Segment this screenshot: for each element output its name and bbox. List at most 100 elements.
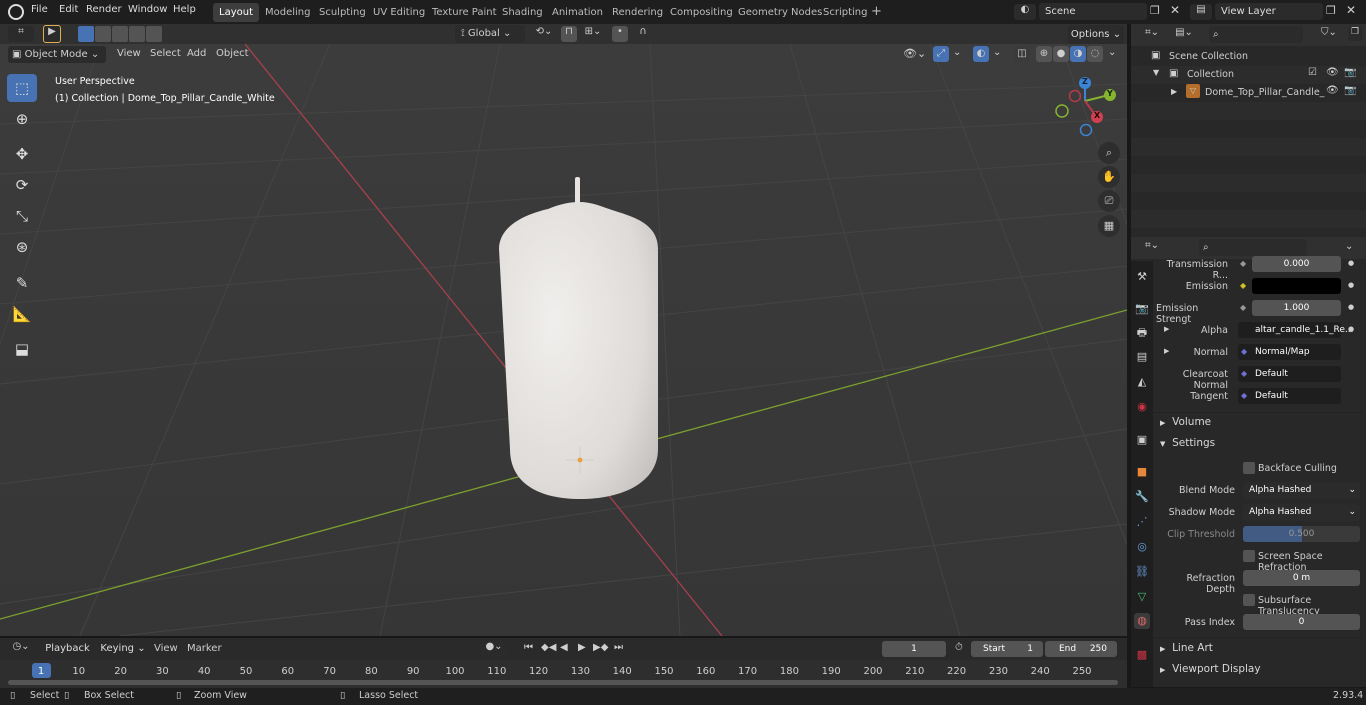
snap-target-icon[interactable]: ⊞⌄	[580, 26, 606, 42]
timeline-view-menu[interactable]: View	[154, 643, 178, 654]
refraction-depth-field[interactable]: 0 m	[1243, 570, 1360, 586]
tab-animation[interactable]: Animation	[546, 3, 609, 22]
backface-culling-checkbox[interactable]	[1243, 462, 1255, 474]
keyframe-dot-icon[interactable]: ●	[1348, 281, 1354, 289]
select-box-tool-icon[interactable]: ⬚	[7, 74, 37, 102]
measure-tool-icon[interactable]: 📐	[7, 300, 37, 328]
constraints-tab-icon[interactable]: ⛓	[1134, 564, 1150, 580]
tab-shading[interactable]: Shading	[496, 3, 549, 22]
new-view-layer-icon[interactable]: ❐	[1326, 4, 1336, 17]
subsurface-checkbox[interactable]	[1243, 594, 1255, 606]
data-tab-icon[interactable]: ▽	[1134, 589, 1150, 605]
next-keyframe-icon[interactable]: ▶◆	[593, 642, 608, 653]
prev-keyframe-icon[interactable]: ◆◀	[541, 642, 556, 653]
camera-icon[interactable]: 📷	[1344, 85, 1356, 96]
current-frame-field[interactable]: 1	[882, 641, 946, 657]
tab-scripting[interactable]: Scripting	[817, 3, 873, 22]
keying-menu[interactable]: Keying ⌄	[100, 640, 146, 657]
camera-view-icon[interactable]: ⎚	[1098, 190, 1120, 212]
tab-geometry-nodes[interactable]: Geometry Nodes	[732, 3, 828, 22]
scene-selector-icon[interactable]: ◐	[1014, 4, 1036, 20]
properties-editor-icon[interactable]: ⌗⌄	[1139, 240, 1165, 256]
pass-index-field[interactable]: 0	[1243, 614, 1360, 630]
world-tab-icon[interactable]: ◉	[1134, 399, 1150, 415]
outliner-editor-icon[interactable]: ⌗⌄	[1139, 27, 1165, 43]
menu-render[interactable]: Render	[86, 4, 122, 15]
alpha-link-field[interactable]: altar_candle_1.1_Re...	[1238, 322, 1353, 338]
timeline-scrollbar[interactable]	[8, 680, 1118, 685]
select-mode-intersect-icon[interactable]	[146, 26, 162, 42]
gizmo-dropdown-icon[interactable]: ⌄	[953, 47, 961, 58]
display-mode-icon[interactable]: ▤⌄	[1171, 27, 1197, 43]
modifier-tab-icon[interactable]: 🔧	[1134, 489, 1150, 505]
tab-texture-paint[interactable]: Texture Paint	[426, 3, 503, 22]
properties-options-icon[interactable]: ⌄	[1345, 241, 1353, 252]
filter-icon[interactable]: ⛉⌄	[1321, 27, 1337, 38]
tab-uv-editing[interactable]: UV Editing	[367, 3, 431, 22]
select-mode-new-icon[interactable]	[78, 26, 94, 42]
physics-tab-icon[interactable]: ◎	[1134, 539, 1150, 555]
select-mode-invert-icon[interactable]	[129, 26, 145, 42]
jump-start-icon[interactable]: ⏮	[524, 642, 533, 653]
options-button[interactable]: Options ⌄	[1068, 25, 1124, 44]
scene-name-field[interactable]: Scene	[1039, 3, 1147, 20]
collapse-arrow-icon[interactable]: ▼	[1153, 68, 1159, 77]
expand-arrow-icon[interactable]: ▶	[1171, 87, 1177, 96]
rotate-tool-icon[interactable]: ⟳	[7, 171, 37, 199]
transform-orientation-dropdown[interactable]: ⟟ Global ⌄	[455, 25, 525, 43]
select-mode-extend-icon[interactable]	[95, 26, 111, 42]
transmission-field[interactable]: 0.000	[1252, 256, 1341, 272]
overlay-toggle-icon[interactable]: ◐	[973, 46, 989, 62]
scale-tool-icon[interactable]: ⤡	[7, 202, 37, 230]
eye-icon[interactable]: 👁	[1326, 67, 1339, 78]
output-tab-icon[interactable]: 🖶	[1134, 325, 1150, 341]
tree-row-collection[interactable]: ▼ ▣ Collection ☑ 👁 📷	[1131, 66, 1366, 84]
keyframe-dot-icon[interactable]: ●	[1348, 325, 1354, 333]
tool-tab-icon[interactable]: ⚒	[1134, 269, 1150, 285]
properties-search-input[interactable]: ⌕	[1199, 239, 1307, 256]
shading-wireframe-icon[interactable]: ⊕	[1036, 46, 1052, 62]
select-mode-subtract-icon[interactable]	[112, 26, 128, 42]
section-settings[interactable]: ▼ Settings	[1160, 437, 1215, 449]
xray-toggle-icon[interactable]: ◫	[1014, 46, 1030, 62]
play-icon[interactable]: ▶	[578, 642, 586, 653]
material-tab-icon[interactable]: ◍	[1134, 613, 1150, 629]
navigation-gizmo[interactable]: Z Y X	[1052, 76, 1122, 146]
blend-mode-dropdown[interactable]: Alpha Hashed ⌄	[1243, 482, 1360, 499]
ortho-grid-icon[interactable]: ▦	[1098, 215, 1120, 237]
play-reverse-icon[interactable]: ◀	[560, 642, 568, 653]
keyframe-dot-icon[interactable]: ●	[1348, 303, 1354, 311]
blender-logo-icon[interactable]	[8, 4, 24, 20]
new-collection-icon[interactable]: ❐	[1348, 27, 1362, 41]
tab-sculpting[interactable]: Sculpting	[313, 3, 372, 22]
tangent-field[interactable]: Default	[1238, 388, 1341, 404]
pan-hand-icon[interactable]: ✋	[1098, 166, 1120, 188]
object-tab-icon[interactable]: ■	[1134, 464, 1150, 480]
keyframe-dot-icon[interactable]: ●	[1348, 259, 1354, 267]
texture-tab-icon[interactable]: ▩	[1134, 647, 1150, 663]
menu-window[interactable]: Window	[128, 4, 167, 15]
shading-material-icon[interactable]: ◑	[1070, 46, 1086, 62]
falloff-icon[interactable]: ∩	[630, 26, 656, 42]
tab-rendering[interactable]: Rendering	[606, 3, 669, 22]
select-tweak-icon[interactable]: ▶	[43, 25, 61, 43]
proportional-edit-icon[interactable]: •	[612, 26, 628, 42]
outliner-search-input[interactable]: ⌕	[1209, 26, 1303, 43]
emission-color-field[interactable]	[1252, 278, 1341, 294]
annotate-tool-icon[interactable]: ✎	[7, 269, 37, 297]
jump-end-icon[interactable]: ⏭	[614, 642, 623, 653]
pivot-point-icon[interactable]: ⟲⌄	[532, 26, 556, 42]
visibility-icon[interactable]: 👁⌄	[903, 47, 926, 60]
menu-file[interactable]: File	[31, 4, 48, 15]
normal-link-field[interactable]: Normal/Map	[1238, 344, 1341, 360]
menu-object[interactable]: Object	[216, 48, 249, 59]
overlay-dropdown-icon[interactable]: ⌄	[993, 47, 1001, 58]
camera-icon[interactable]: 📷	[1344, 67, 1356, 78]
tab-layout[interactable]: Layout	[213, 3, 259, 22]
mode-dropdown[interactable]: ▣ Object Mode ⌄	[8, 46, 106, 63]
shading-rendered-icon[interactable]: ◌	[1087, 46, 1103, 62]
clip-threshold-slider[interactable]: 0.500	[1243, 526, 1360, 542]
tab-modeling[interactable]: Modeling	[259, 3, 317, 22]
view-layer-tab-icon[interactable]: ▤	[1134, 349, 1150, 365]
menu-edit[interactable]: Edit	[59, 4, 78, 15]
